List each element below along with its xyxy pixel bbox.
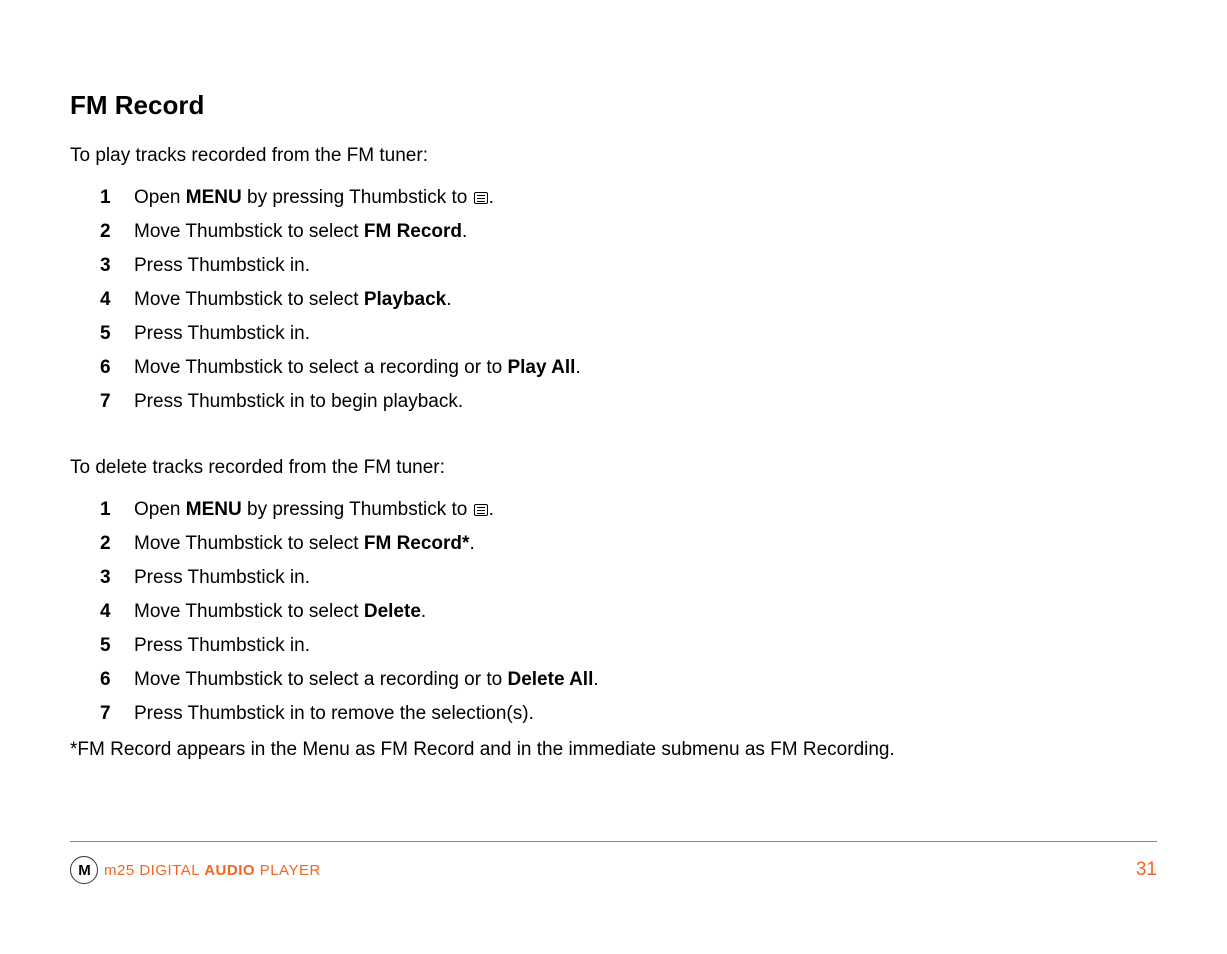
menu-icon bbox=[474, 504, 488, 516]
step-item: 2Move Thumbstick to select FM Record. bbox=[70, 221, 1157, 243]
step-item: 1Open MENU by pressing Thumbstick to . bbox=[70, 499, 1157, 521]
step-number: 3 bbox=[100, 567, 134, 589]
step-item: 7Press Thumbstick in to begin playback. bbox=[70, 391, 1157, 413]
product-name: m25 DIGITAL AUDIO PLAYER bbox=[104, 862, 321, 879]
step-number: 5 bbox=[100, 323, 134, 345]
step-item: 5Press Thumbstick in. bbox=[70, 635, 1157, 657]
step-text: Press Thumbstick in to remove the select… bbox=[134, 703, 534, 725]
step-bold: MENU bbox=[186, 187, 242, 208]
step-item: 2Move Thumbstick to select FM Record*. bbox=[70, 533, 1157, 555]
step-bold: FM Record* bbox=[364, 533, 470, 554]
footer-left: M m25 DIGITAL AUDIO PLAYER bbox=[70, 856, 321, 884]
step-text: Open MENU by pressing Thumbstick to . bbox=[134, 499, 494, 521]
step-number: 6 bbox=[100, 669, 134, 691]
step-item: 6Move Thumbstick to select a recording o… bbox=[70, 669, 1157, 691]
step-bold: Delete All bbox=[507, 669, 593, 690]
step-number: 5 bbox=[100, 635, 134, 657]
step-item: 3Press Thumbstick in. bbox=[70, 567, 1157, 589]
step-text: Move Thumbstick to select Playback. bbox=[134, 289, 452, 311]
step-text: Move Thumbstick to select Delete. bbox=[134, 601, 426, 623]
product-bold: AUDIO bbox=[204, 862, 255, 879]
step-bold: MENU bbox=[186, 499, 242, 520]
step-bold: Play All bbox=[507, 357, 575, 378]
intro-play: To play tracks recorded from the FM tune… bbox=[70, 145, 1157, 167]
step-text: Move Thumbstick to select a recording or… bbox=[134, 669, 599, 691]
step-item: 7Press Thumbstick in to remove the selec… bbox=[70, 703, 1157, 725]
step-item: 4Move Thumbstick to select Delete. bbox=[70, 601, 1157, 623]
step-item: 3Press Thumbstick in. bbox=[70, 255, 1157, 277]
step-number: 2 bbox=[100, 221, 134, 243]
step-number: 7 bbox=[100, 391, 134, 413]
step-bold: Delete bbox=[364, 601, 421, 622]
step-text: Move Thumbstick to select FM Record. bbox=[134, 221, 467, 243]
steps-play: 1Open MENU by pressing Thumbstick to .2M… bbox=[70, 187, 1157, 413]
footnote: *FM Record appears in the Menu as FM Rec… bbox=[70, 739, 1157, 761]
step-text: Press Thumbstick in. bbox=[134, 635, 310, 657]
step-number: 7 bbox=[100, 703, 134, 725]
page-number: 31 bbox=[1136, 859, 1157, 881]
step-item: 1Open MENU by pressing Thumbstick to . bbox=[70, 187, 1157, 209]
step-number: 1 bbox=[100, 187, 134, 209]
step-text: Press Thumbstick in to begin playback. bbox=[134, 391, 463, 413]
step-item: 4Move Thumbstick to select Playback. bbox=[70, 289, 1157, 311]
step-number: 4 bbox=[100, 601, 134, 623]
product-suffix: PLAYER bbox=[255, 862, 321, 879]
step-number: 6 bbox=[100, 357, 134, 379]
steps-delete: 1Open MENU by pressing Thumbstick to .2M… bbox=[70, 499, 1157, 725]
step-text: Move Thumbstick to select a recording or… bbox=[134, 357, 581, 379]
step-number: 3 bbox=[100, 255, 134, 277]
step-text: Press Thumbstick in. bbox=[134, 567, 310, 589]
menu-icon bbox=[474, 192, 488, 204]
page-footer: M m25 DIGITAL AUDIO PLAYER 31 bbox=[70, 841, 1157, 884]
intro-delete: To delete tracks recorded from the FM tu… bbox=[70, 457, 1157, 479]
motorola-logo-icon: M bbox=[70, 856, 98, 884]
step-number: 2 bbox=[100, 533, 134, 555]
step-bold: FM Record bbox=[364, 221, 462, 242]
step-text: Press Thumbstick in. bbox=[134, 255, 310, 277]
logo-letter: M bbox=[78, 863, 90, 878]
product-prefix: m25 DIGITAL bbox=[104, 862, 204, 879]
section-title: FM Record bbox=[70, 90, 1157, 121]
step-text: Press Thumbstick in. bbox=[134, 323, 310, 345]
step-bold: Playback bbox=[364, 289, 446, 310]
step-item: 5Press Thumbstick in. bbox=[70, 323, 1157, 345]
step-text: Move Thumbstick to select FM Record*. bbox=[134, 533, 475, 555]
step-number: 4 bbox=[100, 289, 134, 311]
step-number: 1 bbox=[100, 499, 134, 521]
step-item: 6Move Thumbstick to select a recording o… bbox=[70, 357, 1157, 379]
step-text: Open MENU by pressing Thumbstick to . bbox=[134, 187, 494, 209]
